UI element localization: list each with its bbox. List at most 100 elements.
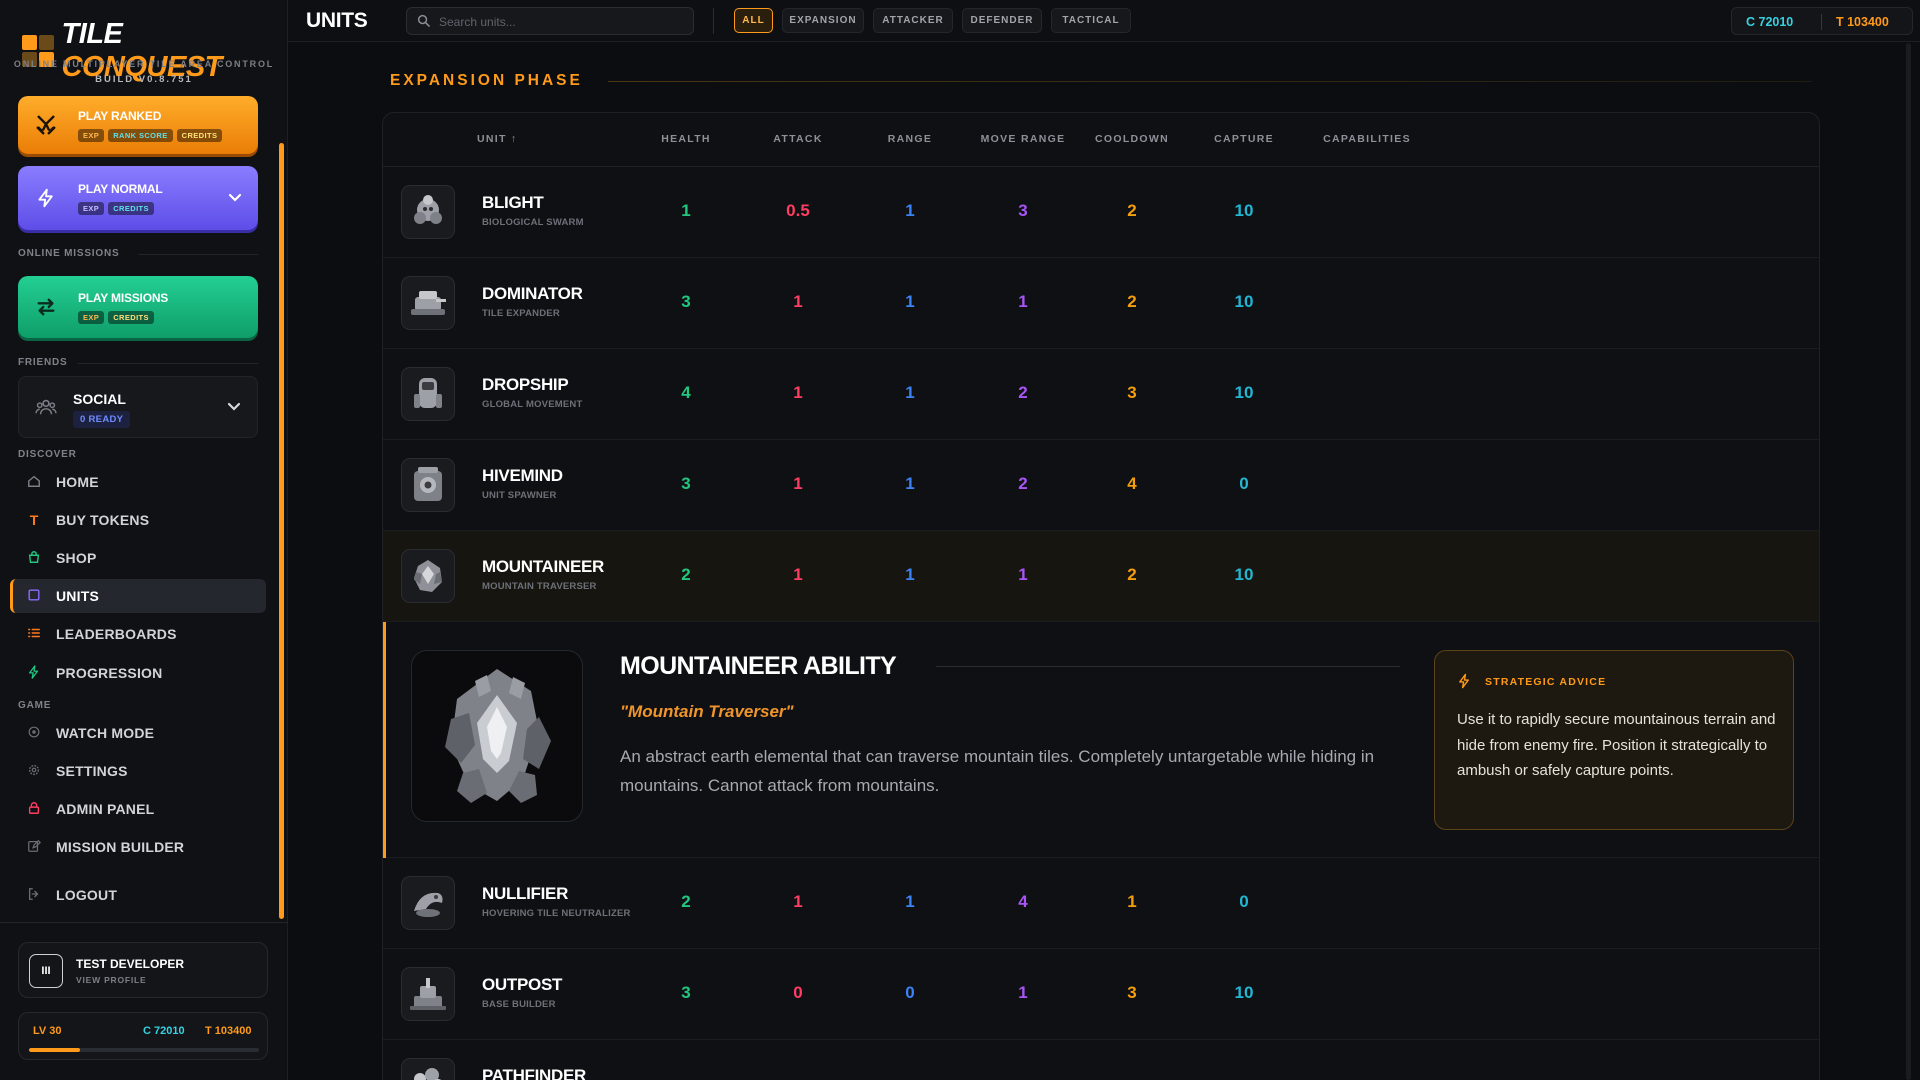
col-header-capture[interactable]: CAPTURE [1189, 133, 1299, 145]
chevron-down-icon[interactable] [228, 190, 242, 206]
unit-type: BIOLOGICAL SWARM [482, 217, 584, 228]
cell-attack: 1 [793, 474, 803, 493]
cell-move-range: 1 [1018, 983, 1028, 1002]
col-header-range[interactable]: RANGE [855, 133, 965, 145]
cell-cooldown: 2 [1127, 292, 1137, 311]
table-row[interactable]: NULLIFIER HOVERING TILE NEUTRALIZER 2 1 … [383, 858, 1819, 949]
tag-credits: CREDITS [108, 310, 154, 324]
cell-move-range: 2 [1018, 474, 1028, 493]
unit-thumbnail [401, 185, 455, 239]
eye-icon [26, 725, 42, 742]
tag-credits: CREDITS [176, 128, 223, 142]
nav-item-settings[interactable]: SETTINGS [10, 754, 266, 788]
level-progress-fill [29, 1048, 80, 1052]
advice-title: STRATEGIC ADVICE [1485, 676, 1607, 688]
ability-description: An abstract earth elemental that can tra… [620, 747, 1375, 795]
nav-item-logout[interactable]: LOGOUT [10, 878, 266, 912]
nav-label: SHOP [56, 550, 97, 566]
nav-label: HOME [56, 474, 99, 490]
table-row-selected[interactable]: MOUNTAINEER MOUNTAIN TRAVERSER 2 1 1 1 2… [383, 531, 1819, 622]
col-header-health[interactable]: HEALTH [631, 133, 741, 145]
lock-icon [26, 801, 42, 818]
cell-move-range: 1 [1018, 292, 1028, 311]
play-missions-label: PLAY MISSIONS [78, 290, 169, 305]
cell-health: 3 [681, 292, 691, 311]
nav-item-buy-tokens[interactable]: T BUY TOKENS [10, 503, 266, 537]
cell-capture: 0 [1239, 892, 1249, 911]
nav-item-leaderboards[interactable]: LEADERBOARDS [10, 617, 266, 651]
table-row[interactable]: DOMINATOR TILE EXPANDER 3 1 1 1 2 10 [383, 258, 1819, 349]
phase-divider [608, 81, 1812, 82]
scrollbar-thumb[interactable] [1906, 43, 1911, 1080]
sidebar: TILE CONQUEST ONLINE MULTIPLAYER TILE AR… [0, 0, 288, 1080]
section-online-missions: ONLINE MISSIONS [18, 248, 120, 259]
chevron-down-icon[interactable] [227, 399, 241, 415]
token-icon: T [29, 512, 39, 528]
cell-health: 2 [681, 565, 691, 584]
sidebar-divider [0, 922, 288, 923]
play-missions-button[interactable]: PLAY MISSIONS EXP CREDITS [18, 276, 258, 338]
app-root: TILE CONQUEST ONLINE MULTIPLAYER TILE AR… [0, 0, 1920, 1080]
col-header-attack[interactable]: ATTACK [743, 133, 853, 145]
sidebar-scrollbar[interactable] [279, 143, 284, 919]
phase-title: EXPANSION PHASE [390, 72, 583, 89]
play-normal-button[interactable]: PLAY NORMAL EXP CREDITS [18, 166, 258, 230]
page-title: UNITS [306, 9, 368, 32]
section-divider [138, 254, 258, 255]
table-row[interactable]: BLIGHT BIOLOGICAL SWARM 1 0.5 1 3 2 10 [383, 167, 1819, 258]
filter-all[interactable]: ALL [734, 8, 773, 33]
cell-move-range: 3 [1018, 201, 1028, 220]
main-scrollbar[interactable] [1904, 43, 1914, 1080]
table-row[interactable]: PATHFINDER [383, 1040, 1819, 1080]
filter-tactical[interactable]: TACTICAL [1051, 8, 1131, 33]
nav-item-admin-panel[interactable]: ADMIN PANEL [10, 792, 266, 826]
unit-thumbnail [401, 458, 455, 512]
cell-capture: 0 [1239, 474, 1249, 493]
filter-attacker[interactable]: ATTACKER [873, 8, 953, 33]
view-profile-link[interactable]: VIEW PROFILE [76, 975, 147, 985]
unit-name: HIVEMIND [482, 466, 563, 485]
col-header-move-range[interactable]: MOVE RANGE [963, 133, 1083, 145]
edit-icon [26, 839, 42, 856]
nav-item-mission-builder[interactable]: MISSION BUILDER [10, 830, 266, 864]
unit-name: DROPSHIP [482, 375, 569, 394]
search-input[interactable] [439, 12, 679, 32]
col-header-unit[interactable]: UNIT ↑ [477, 133, 517, 145]
crossed-swords-icon [32, 111, 60, 139]
nav-item-shop[interactable]: SHOP [10, 541, 266, 575]
unit-thumbnail [401, 276, 455, 330]
cell-range: 1 [905, 201, 915, 220]
tag-exp: EXP [78, 128, 105, 142]
table-row[interactable]: OUTPOST BASE BUILDER 3 0 0 1 3 10 [383, 949, 1819, 1040]
cell-cooldown: 4 [1127, 474, 1137, 493]
currency-separator [1821, 14, 1822, 30]
cell-health: 3 [681, 474, 691, 493]
search-box[interactable] [406, 7, 694, 35]
nav-label: PROGRESSION [56, 665, 163, 681]
nav-label: BUY TOKENS [56, 512, 150, 528]
filter-expansion[interactable]: EXPANSION [782, 8, 864, 33]
ability-quote: "Mountain Traverser" [620, 702, 794, 721]
nav-item-units[interactable]: UNITS [10, 579, 266, 613]
col-header-cooldown[interactable]: COOLDOWN [1077, 133, 1187, 145]
nav-item-progression[interactable]: PROGRESSION [10, 656, 266, 690]
play-ranked-button[interactable]: PLAY RANKED EXP RANK SCORE CREDITS [18, 96, 258, 154]
table-row[interactable]: HIVEMIND UNIT SPAWNER 3 1 1 2 4 0 [383, 440, 1819, 531]
cell-move-range: 1 [1018, 565, 1028, 584]
nav-item-home[interactable]: HOME [10, 465, 266, 499]
profile-card[interactable]: III TEST DEVELOPER VIEW PROFILE [18, 942, 268, 998]
gear-icon [26, 763, 42, 780]
avatar: III [29, 954, 63, 988]
play-normal-label: PLAY NORMAL [78, 181, 163, 196]
tokens-balance: T 103400 [1836, 15, 1889, 29]
filter-defender[interactable]: DEFENDER [962, 8, 1042, 33]
social-panel[interactable]: SOCIAL 0 READY [18, 376, 258, 438]
section-game: GAME [18, 700, 52, 711]
cell-capture: 10 [1234, 201, 1254, 220]
cell-range: 0 [905, 983, 915, 1002]
nav-item-watch-mode[interactable]: WATCH MODE [10, 716, 266, 750]
table-row[interactable]: DROPSHIP GLOBAL MOVEMENT 4 1 1 2 3 10 [383, 349, 1819, 440]
unit-type: MOUNTAIN TRAVERSER [482, 581, 597, 592]
unit-name: BLIGHT [482, 193, 544, 212]
blight-unit-icon [414, 195, 442, 224]
